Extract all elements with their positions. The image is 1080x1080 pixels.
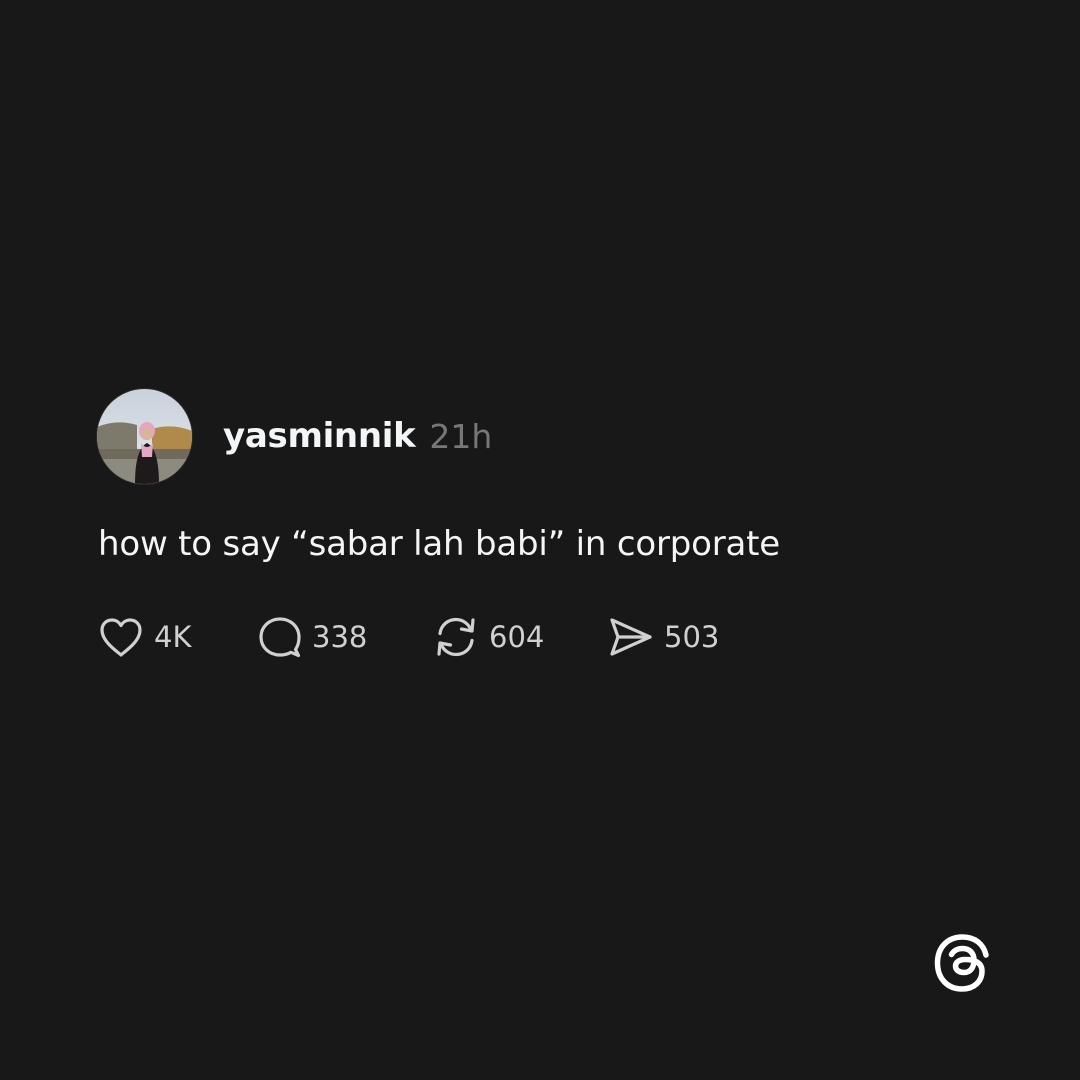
post-header: yasminnik 21h (97, 388, 977, 484)
username[interactable]: yasminnik (223, 416, 416, 456)
post-timestamp: 21h (429, 416, 493, 456)
post-card: yasminnik 21h how to say “sabar lah babi… (97, 388, 977, 658)
reply-button[interactable]: 338 (257, 612, 367, 662)
repost-icon (437, 617, 475, 657)
speech-bubble-icon (259, 617, 301, 658)
repost-button[interactable]: 604 (432, 612, 544, 662)
like-count: 4K (154, 620, 192, 654)
threads-logo-icon (930, 930, 996, 996)
share-button[interactable]: 503 (607, 612, 719, 662)
profile-photo-icon (97, 388, 192, 484)
share-count: 503 (664, 620, 720, 654)
repost-count: 604 (489, 620, 545, 654)
paper-plane-icon (610, 618, 652, 656)
avatar[interactable] (97, 388, 192, 484)
heart-icon (100, 618, 142, 657)
like-button[interactable]: 4K (97, 612, 191, 662)
post-body-text: how to say “sabar lah babi” in corporate (98, 524, 780, 564)
page: yasminnik 21h how to say “sabar lah babi… (0, 0, 1080, 1080)
reply-count: 338 (312, 620, 368, 654)
